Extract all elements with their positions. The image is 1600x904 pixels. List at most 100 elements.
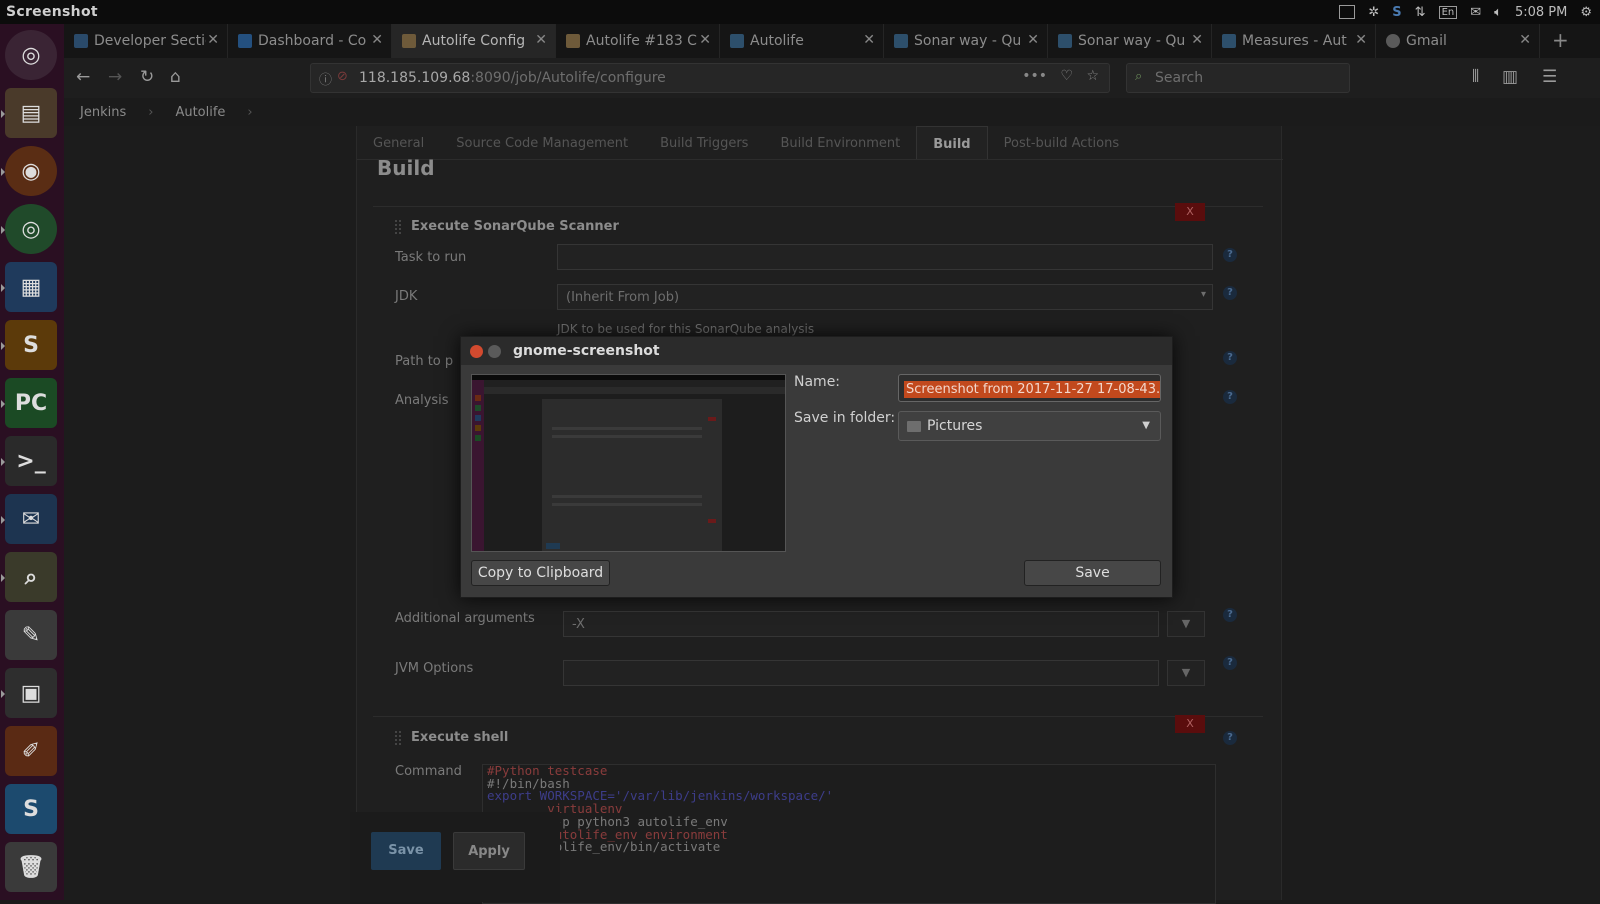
menu-icon[interactable]: ☰: [1542, 67, 1557, 87]
tab-build-environment[interactable]: Build Environment: [764, 126, 916, 159]
delete-step-button[interactable]: X: [1175, 203, 1205, 221]
settings-gear-icon[interactable]: ✲: [1368, 5, 1379, 20]
task-input[interactable]: [557, 244, 1213, 270]
browser-tab[interactable]: Gmail ✕: [1376, 24, 1540, 58]
tab-general[interactable]: General: [357, 126, 440, 159]
tab-build-triggers[interactable]: Build Triggers: [644, 126, 764, 159]
analysis-label: Analysis: [395, 393, 449, 408]
jvm-options-label: JVM Options: [395, 661, 474, 676]
expand-textarea-icon[interactable]: ▼: [1167, 660, 1205, 686]
browser-navbar: ← → ↻ ⌂ ⓘ ⊘ 118.185.109.68:8090/job/Auto…: [64, 58, 1600, 98]
clock[interactable]: 5:08 PM: [1515, 5, 1567, 20]
close-tab-icon[interactable]: ✕: [699, 32, 711, 48]
help-icon[interactable]: ?: [1223, 351, 1237, 365]
code-line: #Python testcase: [487, 763, 608, 778]
tab-build[interactable]: Build: [916, 126, 988, 159]
jvm-options-input[interactable]: [563, 660, 1159, 686]
expand-textarea-icon[interactable]: ▼: [1167, 611, 1205, 637]
keyboard-indicator-icon[interactable]: [1339, 5, 1356, 19]
close-tab-icon[interactable]: ✕: [863, 32, 875, 48]
help-icon[interactable]: ?: [1223, 656, 1237, 670]
close-tab-icon[interactable]: ✕: [1027, 32, 1039, 48]
skype-icon[interactable]: S: [5, 784, 57, 834]
back-icon[interactable]: ←: [76, 67, 90, 87]
files-icon[interactable]: ▤: [1, 88, 57, 138]
pocket-icon[interactable]: ♡: [1060, 68, 1073, 84]
site-info-icon[interactable]: ⓘ: [319, 69, 332, 88]
apply-button[interactable]: Apply: [453, 832, 525, 870]
sidebar-icon[interactable]: ▥: [1502, 67, 1518, 87]
additional-arguments-input[interactable]: -X: [563, 611, 1159, 637]
top-panel: Screenshot ✲ S ⇅ En ✉ 🔈︎ 5:08 PM ⚙: [0, 0, 1600, 24]
delete-step-button[interactable]: X: [1175, 715, 1205, 733]
page-actions-icon[interactable]: •••: [1022, 68, 1047, 84]
help-icon[interactable]: ?: [1223, 608, 1237, 622]
folder-select[interactable]: Pictures ▼: [898, 411, 1161, 441]
close-tab-icon[interactable]: ✕: [207, 32, 219, 48]
help-icon[interactable]: ?: [1223, 248, 1237, 262]
dialog-save-button[interactable]: Save: [1024, 560, 1161, 586]
writer-icon[interactable]: ▦: [1, 262, 57, 312]
tab-favicon-icon: [730, 34, 744, 48]
text-editor-icon[interactable]: ✎: [5, 610, 57, 660]
browser-tab[interactable]: Sonar way - Qu ✕: [1048, 24, 1212, 58]
browser-tab[interactable]: Sonar way - Qu ✕: [884, 24, 1048, 58]
close-tab-icon[interactable]: ✕: [1191, 32, 1203, 48]
drag-handle-icon[interactable]: [395, 731, 401, 745]
path-label: Path to p: [395, 354, 454, 369]
help-icon[interactable]: ?: [1223, 390, 1237, 404]
sublime-icon[interactable]: S: [1, 320, 57, 370]
save-in-folder-label: Save in folder:: [794, 410, 896, 426]
tab-source-code-management[interactable]: Source Code Management: [440, 126, 644, 159]
jdk-select[interactable]: (Inherit From Job) ▾: [557, 284, 1213, 310]
reload-icon[interactable]: ↻: [140, 67, 154, 87]
bookmark-star-icon[interactable]: ☆: [1086, 68, 1099, 84]
thunderbird-icon[interactable]: ✉: [1, 494, 57, 544]
browser-tab[interactable]: Autolife #183 C ✕: [556, 24, 720, 58]
filename-input[interactable]: Screenshot from 2017-11-27 17-08-43.p: [898, 374, 1161, 402]
image-viewer-icon[interactable]: ⌕: [1, 552, 57, 602]
breadcrumb-jenkins[interactable]: Jenkins: [80, 105, 126, 120]
language-indicator[interactable]: En: [1438, 5, 1458, 19]
chrome-icon[interactable]: ◎: [1, 204, 57, 254]
pycharm-icon[interactable]: PC: [1, 378, 57, 428]
trash-icon[interactable]: 🗑︎: [5, 842, 57, 892]
browser-tab[interactable]: Autolife ✕: [720, 24, 884, 58]
url-bar[interactable]: ⓘ ⊘ 118.185.109.68:8090/job/Autolife/con…: [310, 63, 1110, 93]
browser-tab[interactable]: Dashboard - Co ✕: [228, 24, 392, 58]
copy-to-clipboard-button[interactable]: Copy to Clipboard: [471, 560, 610, 586]
new-tab-icon[interactable]: +: [1540, 24, 1581, 58]
browser-tab-active[interactable]: Autolife Config ✕: [392, 24, 556, 58]
mail-icon[interactable]: ✉: [1470, 5, 1481, 20]
preview-thumbnail: [472, 375, 785, 551]
search-input[interactable]: ⌕ Search: [1126, 63, 1350, 93]
minimize-icon[interactable]: [488, 345, 501, 358]
home-icon[interactable]: ⌂: [170, 67, 181, 87]
library-icon[interactable]: ⫴: [1472, 67, 1479, 87]
drag-handle-icon[interactable]: [395, 220, 401, 234]
browser-tab[interactable]: Measures - Aut ✕: [1212, 24, 1376, 58]
pencil-app-icon[interactable]: ✐: [5, 726, 57, 776]
browser-tab[interactable]: Developer Section✕: [64, 24, 228, 58]
skype-tray-icon[interactable]: S: [1392, 5, 1401, 20]
firefox-icon[interactable]: ◉: [1, 146, 57, 196]
network-icon[interactable]: ⇅: [1415, 5, 1426, 20]
close-icon[interactable]: [470, 345, 483, 358]
screenshot-dialog: gnome-screenshot Name: Screenshot from 2…: [460, 336, 1173, 598]
close-tab-icon[interactable]: ✕: [1355, 32, 1367, 48]
breadcrumb-autolife[interactable]: Autolife: [175, 105, 225, 120]
dash-home-icon[interactable]: ◎: [5, 30, 57, 80]
command-textarea[interactable]: #Python testcase #!/bin/bash export WORKSP…: [482, 764, 1216, 904]
help-icon[interactable]: ?: [1223, 286, 1237, 300]
tab-post-build-actions[interactable]: Post-build Actions: [988, 126, 1135, 159]
help-icon[interactable]: ?: [1223, 731, 1237, 745]
system-menu-gear-icon[interactable]: ⚙: [1580, 5, 1592, 20]
volume-icon[interactable]: 🔈︎: [1494, 5, 1502, 20]
close-tab-icon[interactable]: ✕: [535, 32, 547, 48]
forward-icon[interactable]: →: [108, 67, 122, 87]
close-tab-icon[interactable]: ✕: [1519, 32, 1531, 48]
terminal-icon[interactable]: >_: [1, 436, 57, 486]
screenshot-icon[interactable]: ▣: [1, 668, 57, 718]
save-button[interactable]: Save: [371, 832, 441, 870]
close-tab-icon[interactable]: ✕: [371, 32, 383, 48]
